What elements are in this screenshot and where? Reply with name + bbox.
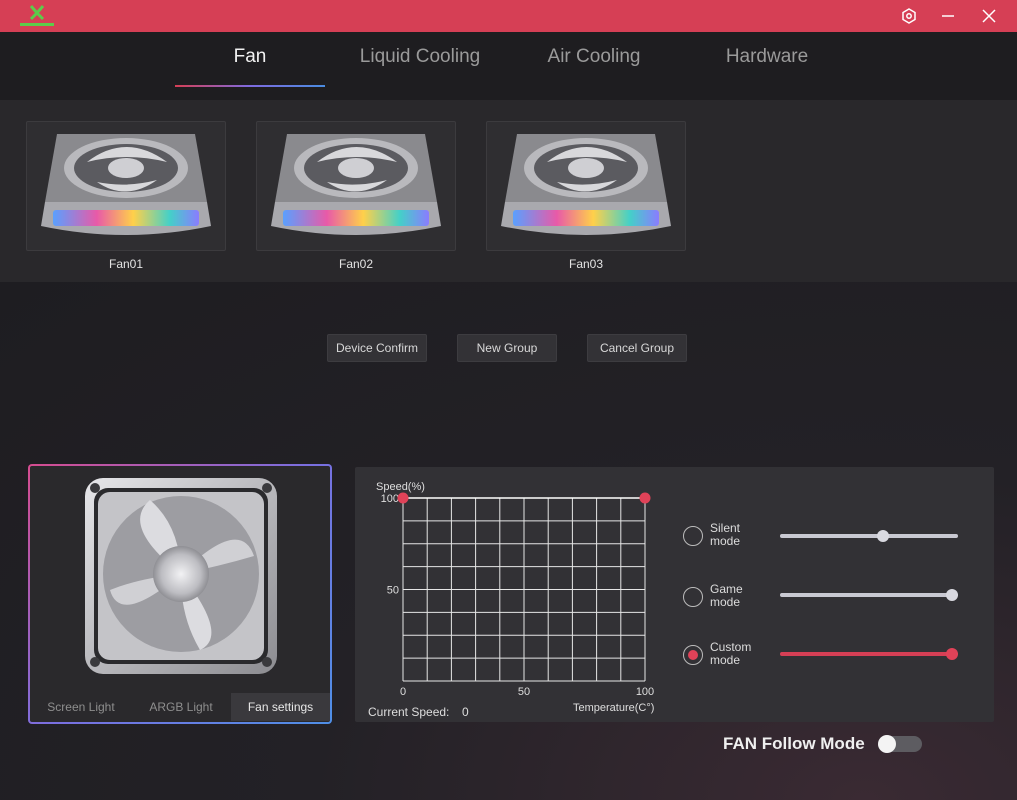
tab-liquid-cooling[interactable]: Liquid Cooling	[345, 46, 495, 68]
game-mode-label: Game mode	[710, 582, 743, 609]
device-card-fan02[interactable]	[256, 121, 456, 251]
game-mode-slider[interactable]	[780, 589, 958, 601]
toggle-knob[interactable]	[878, 735, 896, 753]
fan-follow-mode-label: FAN Follow Mode	[723, 734, 865, 753]
tab-bar: Fan Liquid Cooling Air Cooling Hardware	[0, 32, 1017, 100]
active-tab-indicator	[175, 85, 325, 87]
custom-mode-label: Custom mode	[710, 640, 752, 667]
minimize-icon[interactable]	[930, 0, 966, 32]
device-label-fan02: Fan02	[338, 257, 374, 271]
fan-follow-mode-toggle[interactable]	[878, 735, 922, 753]
chart-grid	[402, 497, 646, 682]
device-card-fan03[interactable]	[486, 121, 686, 251]
x-axis-label: Temperature(C°)	[573, 702, 654, 714]
x-tick-label: 0	[400, 686, 406, 698]
app-logo	[20, 5, 54, 26]
device-card-fan01[interactable]	[26, 121, 226, 251]
fan-curve-chart[interactable]: Speed(%) Temperature(C°) 0 50 100 100 50 Cur…	[355, 467, 675, 722]
cancel-group-button[interactable]: Cancel Group	[587, 334, 687, 362]
current-speed-value: 0	[462, 705, 469, 719]
game-mode-radio[interactable]	[683, 587, 703, 607]
tab-argb-light[interactable]: ARGB Light	[131, 693, 231, 721]
curve-point	[397, 492, 409, 504]
new-group-button[interactable]: New Group	[457, 334, 557, 362]
tab-screen-light[interactable]: Screen Light	[31, 693, 131, 721]
close-icon[interactable]	[971, 0, 1007, 32]
custom-mode-slider[interactable]	[780, 648, 958, 660]
device-label-fan01: Fan01	[108, 257, 144, 271]
device-list: Fan01 Fan02 Fan03	[0, 100, 1017, 282]
fan-preview-image	[85, 478, 277, 674]
y-tick-label: 100	[381, 493, 399, 505]
y-tick-label: 50	[387, 585, 399, 597]
fan-device-icon	[271, 134, 441, 235]
settings-icon[interactable]	[891, 0, 927, 32]
tab-fan[interactable]: Fan	[175, 46, 325, 68]
fan-preview-panel	[28, 464, 332, 724]
title-bar	[0, 0, 1017, 32]
fan-device-icon	[501, 134, 671, 235]
silent-mode-label: Silent mode	[710, 521, 741, 548]
fan-device-icon	[41, 134, 211, 235]
y-axis-label: Speed(%)	[376, 481, 425, 493]
custom-mode-radio[interactable]	[683, 645, 703, 665]
x-tick-label: 50	[518, 686, 530, 698]
current-speed-label: Current Speed:	[368, 705, 449, 719]
silent-mode-slider[interactable]	[780, 530, 958, 542]
silent-mode-radio[interactable]	[683, 526, 703, 546]
tab-air-cooling[interactable]: Air Cooling	[519, 46, 669, 68]
tab-hardware[interactable]: Hardware	[692, 46, 842, 68]
slider-knob[interactable]	[946, 648, 958, 660]
curve-point	[639, 492, 651, 504]
device-label-fan03: Fan03	[568, 257, 604, 271]
tab-fan-settings[interactable]: Fan settings	[231, 693, 330, 721]
slider-knob[interactable]	[946, 589, 958, 601]
x-tick-label: 100	[636, 686, 654, 698]
device-confirm-button[interactable]: Device Confirm	[327, 334, 427, 362]
